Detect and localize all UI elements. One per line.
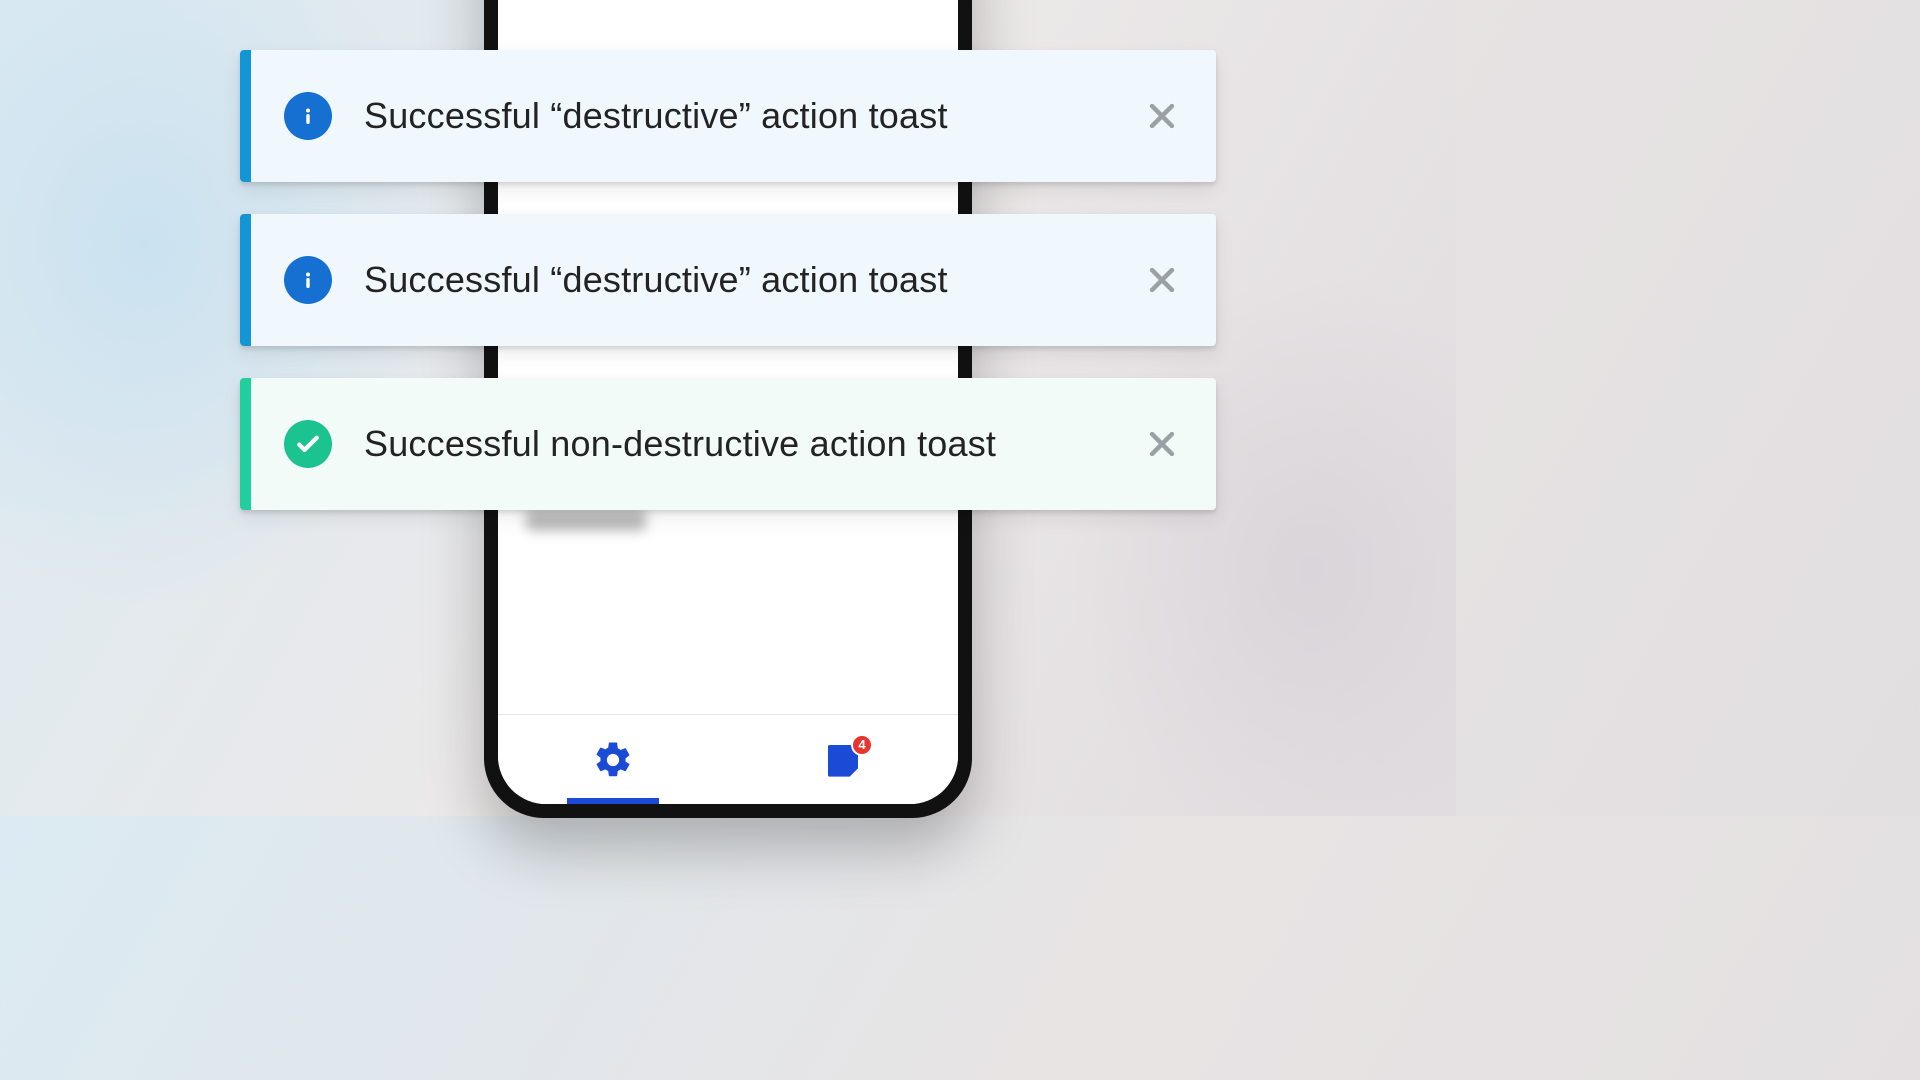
close-icon: [1145, 427, 1179, 461]
toast-message: Successful “destructive” action toast: [364, 95, 1142, 137]
toast-info: Successful “destructive” action toast: [240, 50, 1216, 182]
toast-close-button[interactable]: [1142, 424, 1182, 464]
close-icon: [1145, 263, 1179, 297]
toast-info: Successful “destructive” action toast: [240, 214, 1216, 346]
bottom-nav: 4: [498, 714, 958, 804]
close-icon: [1145, 99, 1179, 133]
nav-notes[interactable]: 4: [728, 715, 958, 804]
toast-stack: Successful “destructive” action toast Su…: [240, 50, 1216, 510]
toast-accent-stripe: [240, 378, 251, 510]
toast-message: Successful non-destructive action toast: [364, 423, 1142, 465]
info-icon: [284, 92, 332, 140]
toast-close-button[interactable]: [1142, 96, 1182, 136]
info-icon: [284, 256, 332, 304]
check-icon: [284, 420, 332, 468]
toast-accent-stripe: [240, 214, 251, 346]
gear-icon: [592, 739, 634, 781]
toast-accent-stripe: [240, 50, 251, 182]
toast-close-button[interactable]: [1142, 260, 1182, 300]
notification-badge: 4: [851, 734, 873, 756]
note-icon: 4: [823, 740, 863, 780]
toast-message: Successful “destructive” action toast: [364, 259, 1142, 301]
nav-settings[interactable]: [498, 715, 728, 804]
toast-success: Successful non-destructive action toast: [240, 378, 1216, 510]
blur-text: [526, 509, 646, 531]
